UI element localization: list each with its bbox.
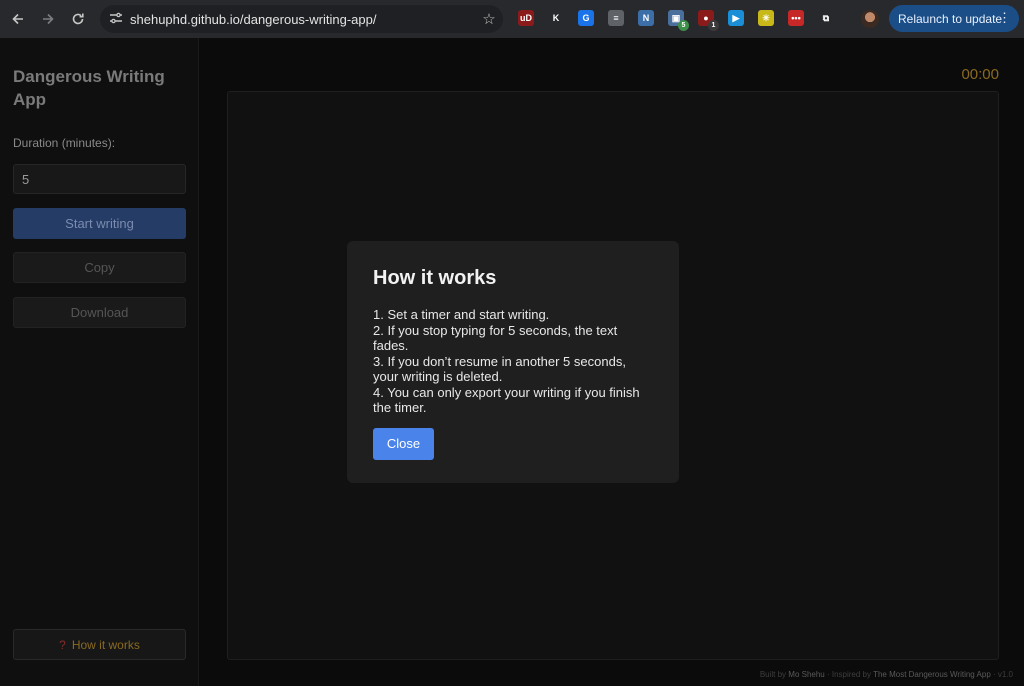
reader-icon[interactable]: ≡	[608, 10, 624, 26]
footer-built-by: Built by	[759, 670, 789, 679]
notion-glyph: N	[642, 13, 650, 23]
sparkle-icon[interactable]: ✳	[758, 10, 774, 26]
k-extension-icon[interactable]: K	[548, 10, 564, 26]
how-it-works-button[interactable]: ? How it works	[13, 629, 186, 660]
footer-credits: Built by Mo Shehu · Inspired by The Most…	[760, 670, 1013, 679]
footer-inspired: · Inspired by	[824, 670, 874, 679]
url-text[interactable]: shehuphd.github.io/dangerous-writing-app…	[130, 12, 475, 27]
address-bar[interactable]: shehuphd.github.io/dangerous-writing-app…	[100, 5, 503, 33]
modal-step-2: 2. If you stop typing for 5 seconds, the…	[373, 322, 618, 354]
duration-input[interactable]: 5	[13, 164, 186, 194]
author-link[interactable]: Mo Shehu	[788, 670, 824, 679]
download-button[interactable]: Download	[13, 297, 186, 328]
dots-extension-icon[interactable]: •••	[788, 10, 804, 26]
app-title: Dangerous Writing App	[13, 67, 165, 109]
relaunch-label: Relaunch to update	[898, 11, 1003, 26]
start-writing-button[interactable]: Start writing	[13, 208, 186, 239]
site-settings-icon[interactable]	[102, 12, 130, 27]
sparkle-glyph: ✳	[762, 12, 770, 23]
back-icon[interactable]	[3, 4, 33, 34]
extension-badge: 5	[678, 20, 689, 31]
browser-toolbar: shehuphd.github.io/dangerous-writing-app…	[0, 0, 1024, 38]
more-menu-icon[interactable]: ⋮	[998, 10, 1011, 26]
copy-button[interactable]: Copy	[13, 252, 186, 283]
record-icon[interactable]: ● 1	[698, 10, 719, 31]
notion-icon[interactable]: N	[638, 10, 654, 26]
dots-extension-glyph: •••	[791, 13, 801, 23]
play-icon[interactable]: ▶	[728, 10, 744, 26]
ublock-icon[interactable]: uD	[518, 10, 534, 26]
close-button[interactable]: Close	[373, 427, 434, 460]
tab-manager-icon[interactable]: ▣ 5	[668, 10, 689, 31]
modal-step-4: 4. You can only export your writing if y…	[373, 384, 640, 416]
play-glyph: ▶	[732, 12, 740, 23]
forward-icon[interactable]	[33, 4, 63, 34]
extension-badge: 1	[708, 20, 719, 31]
timer-display: 00:00	[961, 66, 999, 83]
relaunch-button[interactable]: Relaunch to update ⋮	[889, 5, 1019, 32]
sidebar: Dangerous Writing App Duration (minutes)…	[0, 38, 199, 686]
reload-icon[interactable]	[63, 4, 93, 34]
grammar-glyph: G	[582, 13, 590, 23]
profile-avatar[interactable]	[861, 10, 879, 28]
bookmark-star-icon[interactable]: ☆	[475, 10, 503, 28]
grammar-icon[interactable]: G	[578, 10, 594, 26]
modal-step-3: 3. If you don’t resume in another 5 seco…	[373, 353, 626, 385]
footer-version: · v1.0	[990, 670, 1013, 679]
modal-step-1: 1. Set a timer and start writing.	[373, 307, 550, 322]
ublock-glyph: uD	[520, 13, 532, 23]
modal-title: How it works	[373, 267, 497, 289]
puzzle-glyph: ⧉	[822, 12, 830, 23]
how-it-works-label: How it works	[71, 637, 140, 652]
question-icon: ?	[59, 637, 66, 652]
inspiration-link[interactable]: The Most Dangerous Writing App	[873, 670, 991, 679]
reader-glyph: ≡	[613, 13, 619, 23]
how-it-works-modal: How it works 1. Set a timer and start wr…	[347, 241, 679, 483]
k-extension-glyph: K	[552, 13, 560, 23]
puzzle-icon[interactable]: ⧉	[818, 10, 834, 26]
duration-label: Duration (minutes):	[13, 136, 116, 150]
